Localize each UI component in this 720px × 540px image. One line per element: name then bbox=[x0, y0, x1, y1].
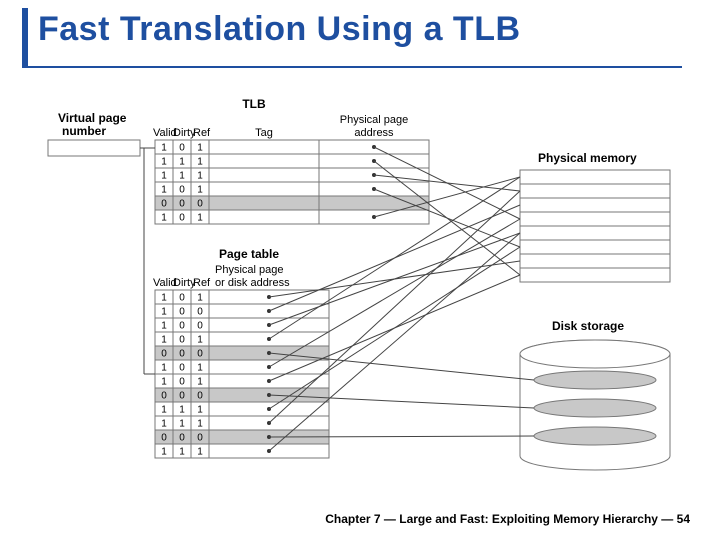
svg-text:address: address bbox=[354, 127, 394, 139]
svg-text:1: 1 bbox=[161, 213, 167, 224]
svg-text:TLB: TLB bbox=[242, 97, 266, 111]
svg-text:Physical page: Physical page bbox=[215, 264, 284, 276]
svg-text:1: 1 bbox=[161, 405, 167, 416]
svg-text:0: 0 bbox=[179, 185, 185, 196]
svg-text:0: 0 bbox=[179, 321, 185, 332]
svg-text:1: 1 bbox=[197, 377, 203, 388]
svg-text:0: 0 bbox=[161, 199, 167, 210]
svg-text:0: 0 bbox=[179, 391, 185, 402]
svg-text:0: 0 bbox=[179, 335, 185, 346]
svg-text:1: 1 bbox=[161, 157, 167, 168]
svg-text:1: 1 bbox=[179, 405, 185, 416]
svg-text:1: 1 bbox=[161, 293, 167, 304]
svg-text:1: 1 bbox=[197, 363, 203, 374]
svg-text:0: 0 bbox=[179, 213, 185, 224]
tlb-diagram: Virtual pagenumberTLBValidDirtyRefTagPhy… bbox=[0, 0, 720, 540]
svg-text:1: 1 bbox=[197, 171, 203, 182]
svg-text:0: 0 bbox=[161, 433, 167, 444]
svg-text:Ref: Ref bbox=[193, 277, 211, 289]
svg-text:1: 1 bbox=[197, 185, 203, 196]
svg-text:1: 1 bbox=[161, 321, 167, 332]
svg-text:1: 1 bbox=[179, 157, 185, 168]
svg-text:1: 1 bbox=[161, 377, 167, 388]
svg-text:0: 0 bbox=[179, 363, 185, 374]
svg-text:1: 1 bbox=[161, 363, 167, 374]
svg-text:1: 1 bbox=[197, 419, 203, 430]
svg-text:Tag: Tag bbox=[255, 127, 273, 139]
svg-text:Physical memory: Physical memory bbox=[538, 151, 637, 165]
svg-text:0: 0 bbox=[179, 377, 185, 388]
svg-text:number: number bbox=[62, 124, 106, 138]
svg-text:1: 1 bbox=[161, 335, 167, 346]
svg-text:Disk storage: Disk storage bbox=[552, 319, 624, 333]
svg-text:1: 1 bbox=[197, 405, 203, 416]
svg-text:Page table: Page table bbox=[219, 247, 279, 261]
svg-text:1: 1 bbox=[197, 157, 203, 168]
svg-text:0: 0 bbox=[179, 143, 185, 154]
svg-text:0: 0 bbox=[197, 321, 203, 332]
svg-text:0: 0 bbox=[197, 307, 203, 318]
svg-text:1: 1 bbox=[179, 419, 185, 430]
svg-text:Virtual page: Virtual page bbox=[58, 111, 127, 125]
svg-text:0: 0 bbox=[179, 199, 185, 210]
svg-text:1: 1 bbox=[161, 171, 167, 182]
svg-text:0: 0 bbox=[161, 349, 167, 360]
svg-text:0: 0 bbox=[197, 199, 203, 210]
svg-text:0: 0 bbox=[197, 433, 203, 444]
svg-text:0: 0 bbox=[179, 433, 185, 444]
svg-text:0: 0 bbox=[179, 307, 185, 318]
svg-text:0: 0 bbox=[161, 391, 167, 402]
svg-text:1: 1 bbox=[197, 293, 203, 304]
svg-text:1: 1 bbox=[197, 143, 203, 154]
slide-footer: Chapter 7 — Large and Fast: Exploiting M… bbox=[0, 512, 690, 526]
svg-text:1: 1 bbox=[197, 447, 203, 458]
svg-text:1: 1 bbox=[179, 171, 185, 182]
svg-text:Physical page: Physical page bbox=[340, 114, 409, 126]
svg-text:1: 1 bbox=[197, 213, 203, 224]
svg-text:1: 1 bbox=[197, 335, 203, 346]
svg-text:1: 1 bbox=[179, 447, 185, 458]
svg-text:Ref: Ref bbox=[193, 127, 211, 139]
svg-text:1: 1 bbox=[161, 419, 167, 430]
svg-text:0: 0 bbox=[197, 391, 203, 402]
svg-text:1: 1 bbox=[161, 307, 167, 318]
svg-text:1: 1 bbox=[161, 143, 167, 154]
svg-text:0: 0 bbox=[179, 293, 185, 304]
svg-text:1: 1 bbox=[161, 447, 167, 458]
svg-text:0: 0 bbox=[179, 349, 185, 360]
svg-text:or disk address: or disk address bbox=[215, 277, 290, 289]
svg-text:1: 1 bbox=[161, 185, 167, 196]
svg-text:0: 0 bbox=[197, 349, 203, 360]
